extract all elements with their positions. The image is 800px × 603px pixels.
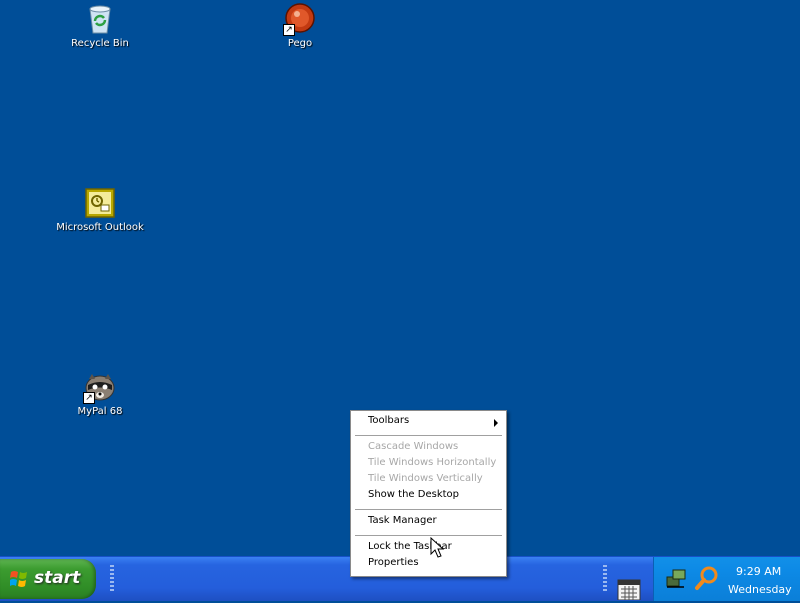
taskbar-context-menu: Toolbars Cascade Windows Tile Windows Ho…: [350, 410, 507, 577]
windows-logo-icon: [10, 570, 28, 588]
desktop-icon-label: MyPal 68: [77, 406, 123, 417]
network-icon[interactable]: [664, 565, 690, 591]
submenu-arrow-icon: [494, 419, 498, 427]
shortcut-arrow-icon: ↗: [283, 24, 295, 36]
calendar-icon[interactable]: [617, 578, 641, 601]
pego-icon: ↗: [283, 2, 317, 36]
taskbar-grip[interactable]: [110, 565, 114, 593]
start-button[interactable]: start: [0, 559, 96, 599]
menu-separator: [355, 535, 502, 536]
recycle-bin-icon: [83, 2, 117, 36]
desktop-icon-recycle-bin[interactable]: Recycle Bin: [55, 2, 145, 49]
desktop-icon-pego[interactable]: ↗ Pego: [255, 2, 345, 49]
search-icon[interactable]: [694, 565, 720, 591]
menu-separator: [355, 509, 502, 510]
menu-item-properties[interactable]: Properties: [353, 556, 504, 572]
system-tray: 9:29 AM Wednesday: [653, 557, 800, 601]
taskbar-grip[interactable]: [603, 565, 607, 593]
menu-item-toolbars[interactable]: Toolbars: [353, 414, 504, 430]
outlook-icon: [83, 186, 117, 220]
desktop-icon-outlook[interactable]: Microsoft Outlook: [55, 186, 145, 233]
shortcut-arrow-icon: ↗: [83, 392, 95, 404]
clock-day: Wednesday: [728, 583, 792, 596]
menu-separator: [355, 435, 502, 436]
menu-item-show-desktop[interactable]: Show the Desktop: [353, 488, 504, 504]
desktop-icon-label: Microsoft Outlook: [56, 222, 144, 233]
menu-item-cascade-windows: Cascade Windows: [368, 441, 459, 452]
desktop-icon-label: Pego: [287, 38, 313, 49]
menu-item-tile-horizontally: Tile Windows Horizontally: [368, 457, 497, 468]
desktop-icon-label: Recycle Bin: [71, 38, 129, 49]
mypal-icon: ↗: [83, 370, 117, 404]
menu-item-task-manager[interactable]: Task Manager: [353, 514, 504, 530]
menu-item-tile-vertically: Tile Windows Vertically: [368, 473, 483, 484]
menu-item-lock-taskbar[interactable]: Lock the Taskbar: [353, 540, 504, 556]
mouse-cursor-icon: [430, 536, 446, 559]
clock-time[interactable]: 9:29 AM: [736, 565, 781, 578]
start-label: start: [34, 568, 81, 588]
desktop-icon-mypal[interactable]: ↗ MyPal 68: [55, 370, 145, 417]
